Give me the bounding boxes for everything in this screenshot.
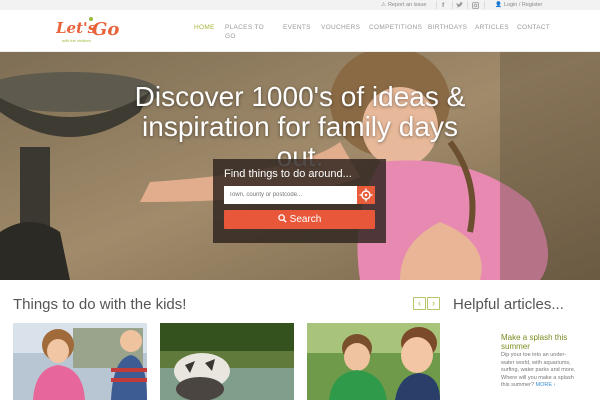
article-summary-line: surfing, water parks and more. bbox=[501, 367, 576, 373]
report-issue-label: Report an issue bbox=[387, 2, 427, 8]
carousel-next-button[interactable]: › bbox=[427, 297, 440, 310]
locate-me-button[interactable] bbox=[357, 186, 375, 204]
nav-home[interactable]: HOME bbox=[194, 23, 215, 32]
instagram-icon bbox=[472, 1, 479, 9]
nav-events[interactable]: EVENTS bbox=[283, 23, 311, 32]
hero-banner: Discover 1000's of ideas & inspiration f… bbox=[0, 52, 600, 280]
nav-places-to-go[interactable]: PLACES TO GO bbox=[225, 23, 264, 41]
finder-title: Find things to do around... bbox=[224, 168, 352, 180]
article-title[interactable]: Make a splash this summer bbox=[501, 333, 581, 351]
nav-contact[interactable]: CONTACT bbox=[517, 23, 550, 32]
article-summary: Dip your toe into an under- water world,… bbox=[501, 352, 591, 390]
chevron-left-icon: ‹ bbox=[418, 298, 421, 308]
svg-text:Let's: Let's bbox=[56, 19, 97, 37]
activity-card[interactable] bbox=[307, 323, 440, 400]
nav-places-label-2: GO bbox=[225, 33, 236, 40]
svg-text:Go: Go bbox=[92, 19, 119, 40]
search-button[interactable]: Search bbox=[224, 210, 375, 229]
crosshair-icon bbox=[359, 188, 373, 202]
article-title-line: summer bbox=[501, 342, 530, 351]
nav-articles[interactable]: ARTICLES bbox=[475, 23, 509, 32]
activity-card-image bbox=[160, 323, 294, 400]
article-summary-line: water world, with aquariums, bbox=[501, 359, 571, 366]
user-icon: 👤 bbox=[495, 2, 502, 8]
article-summary-line: Dip your toe into an under- bbox=[501, 352, 567, 358]
facebook-icon: f bbox=[442, 1, 445, 9]
login-register-label: Login / Register bbox=[503, 2, 543, 8]
nav-birthdays[interactable]: BIRTHDAYS bbox=[428, 23, 467, 32]
divider bbox=[467, 1, 468, 9]
article-more-link[interactable]: MORE › bbox=[536, 382, 556, 388]
site-header: Let's Go with the children HOME PLACES T… bbox=[0, 10, 600, 52]
instagram-link[interactable] bbox=[472, 0, 479, 10]
article-summary-line: Where will you make a splash bbox=[501, 374, 574, 381]
nav-vouchers[interactable]: VOUCHERS bbox=[321, 23, 360, 32]
warning-icon: ⚠ bbox=[381, 2, 386, 8]
article-summary-line: this summer? MORE › bbox=[501, 382, 591, 390]
nav-places-label-1: PLACES TO bbox=[225, 24, 264, 31]
divider bbox=[436, 1, 437, 9]
search-button-label: Search bbox=[289, 214, 322, 225]
twitter-icon bbox=[456, 2, 463, 8]
report-issue-link[interactable]: ⚠ Report an issue bbox=[381, 0, 426, 10]
activity-card[interactable] bbox=[13, 323, 147, 400]
location-search-panel: Find things to do around... Search bbox=[213, 159, 386, 243]
nav-competitions[interactable]: COMPETITIONS bbox=[369, 23, 422, 32]
login-register-link[interactable]: 👤 Login / Register bbox=[495, 0, 542, 10]
hero-title-line: inspiration for family days bbox=[142, 111, 458, 142]
articles-section-heading: Helpful articles... bbox=[453, 296, 564, 313]
activity-card[interactable] bbox=[160, 323, 294, 400]
twitter-link[interactable] bbox=[456, 0, 463, 10]
hero-title-line: Discover 1000's of ideas & bbox=[134, 81, 466, 112]
search-icon bbox=[277, 214, 287, 223]
divider bbox=[484, 1, 485, 9]
divider bbox=[452, 1, 453, 9]
kids-section-heading: Things to do with the kids! bbox=[13, 296, 187, 313]
activity-card-image bbox=[307, 323, 440, 400]
svg-text:with the children: with the children bbox=[62, 38, 91, 43]
letsgo-logo[interactable]: Let's Go with the children bbox=[56, 14, 128, 44]
carousel-prev-button[interactable]: ‹ bbox=[413, 297, 426, 310]
article-title-line: Make a splash this bbox=[501, 333, 568, 342]
facebook-link[interactable]: f bbox=[442, 0, 444, 10]
chevron-right-icon: › bbox=[432, 298, 435, 308]
activity-card-image bbox=[13, 323, 147, 400]
article-summary-tail: this summer? bbox=[501, 382, 535, 388]
location-input[interactable] bbox=[224, 186, 357, 204]
